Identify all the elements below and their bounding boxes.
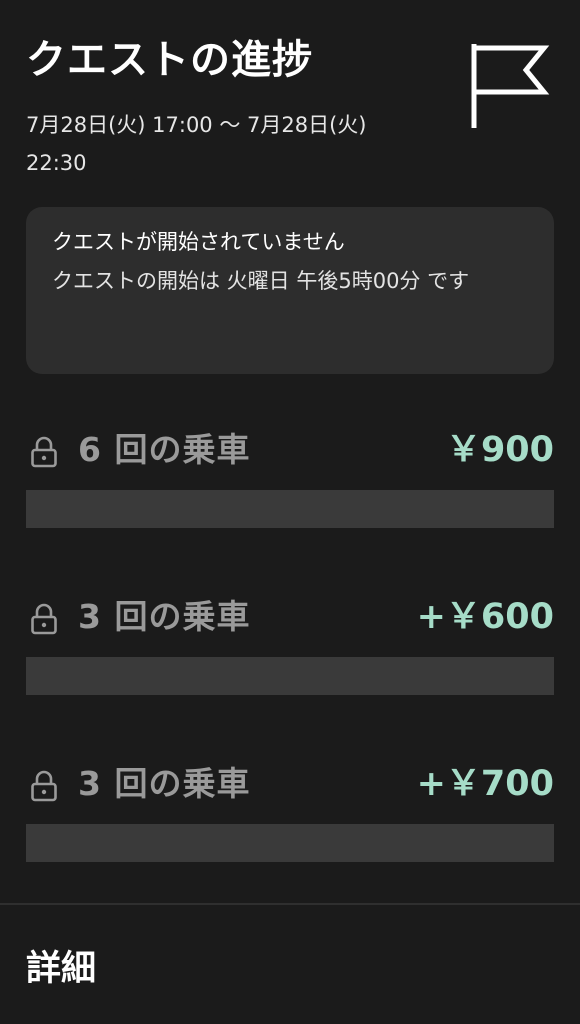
flag-icon <box>471 44 550 128</box>
quest-item: 3 回の乗車 +￥600 <box>26 589 554 695</box>
quest-reward: +￥600 <box>416 597 554 637</box>
lock-icon <box>31 603 57 635</box>
quest-date-range: 7月28日(火) 17:00 〜 7月28日(火) 22:30 <box>26 113 367 175</box>
quest-item: 6 回の乗車 ￥900 <box>26 422 554 528</box>
quest-progress-bar <box>26 657 554 695</box>
quest-label: 3 回の乗車 <box>78 597 251 636</box>
quest-label: 6 回の乗車 <box>78 430 251 469</box>
quest-not-started-notice: クエストが開始されていません クエストの開始は 火曜日 午後5時00分 です <box>26 207 554 374</box>
lock-icon <box>31 770 57 802</box>
lock-icon <box>31 436 57 468</box>
quest-reward: +￥700 <box>416 764 554 804</box>
quest-reward: ￥900 <box>445 430 554 470</box>
section-divider <box>0 903 580 905</box>
quest-item: 3 回の乗車 +￥700 <box>26 756 554 862</box>
notice-body: クエストの開始は 火曜日 午後5時00分 です <box>52 269 470 293</box>
quest-progress-bar <box>26 824 554 862</box>
quest-progress-bar <box>26 490 554 528</box>
quest-label: 3 回の乗車 <box>78 764 251 803</box>
header: クエストの進捗 7月28日(火) 17:00 〜 7月28日(火) 22:30 <box>26 34 426 182</box>
details-link[interactable]: 詳細 <box>26 946 96 992</box>
page-title: クエストの進捗 <box>26 37 313 83</box>
notice-title: クエストが開始されていません <box>52 230 345 254</box>
